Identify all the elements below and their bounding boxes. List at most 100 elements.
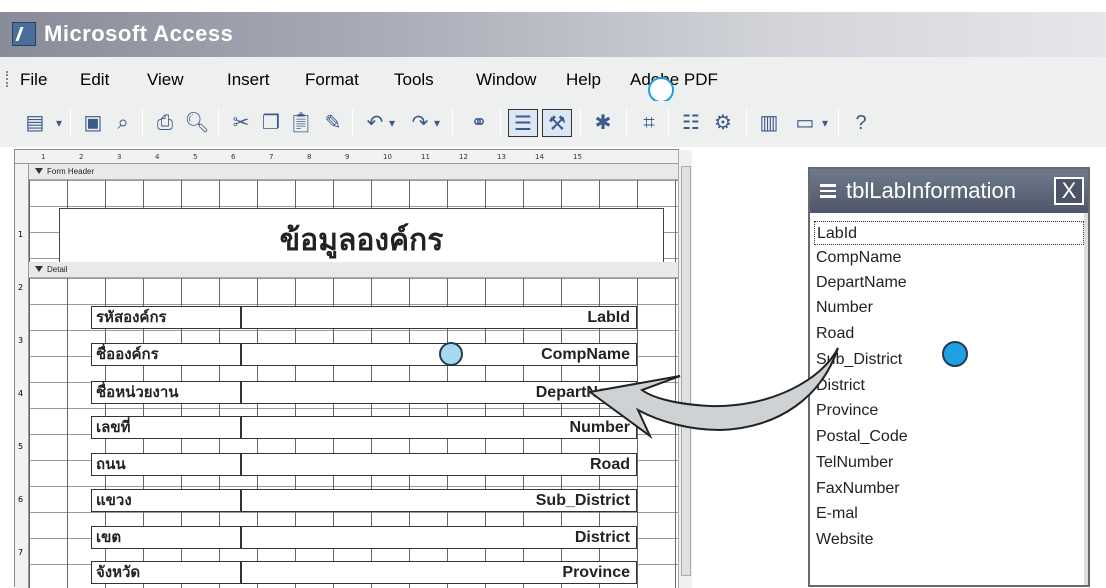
chevron-down-icon[interactable]: ▾ bbox=[385, 109, 399, 137]
menu-format[interactable]: Format bbox=[305, 70, 359, 90]
ruler-mark: 1 bbox=[18, 230, 24, 239]
form-header-section-bar[interactable]: Form Header bbox=[29, 164, 678, 180]
ruler-mark: 2 bbox=[79, 153, 84, 161]
field-list-window[interactable]: tblLabInformation X LabId CompName Depar… bbox=[808, 167, 1090, 587]
field-list-title: tblLabInformation bbox=[846, 178, 1016, 203]
ruler-mark: 8 bbox=[307, 153, 312, 161]
field-item-departname[interactable]: DepartName bbox=[814, 271, 907, 295]
menu-file[interactable]: File bbox=[20, 70, 47, 90]
label-departname[interactable]: ชื่อหน่วยงาน bbox=[91, 381, 241, 404]
toolbox-icon[interactable]: ⚒ bbox=[542, 109, 572, 137]
menu-adobe-pdf[interactable]: Adobe PDF bbox=[630, 70, 718, 90]
toolbar-separator bbox=[142, 109, 143, 137]
new-object-icon[interactable]: ▭ bbox=[790, 109, 820, 137]
chevron-down-icon[interactable]: ▾ bbox=[52, 109, 66, 137]
chevron-down-icon[interactable]: ▾ bbox=[430, 109, 444, 137]
build-icon[interactable]: ⚙ bbox=[708, 109, 738, 137]
field-province[interactable]: Province bbox=[241, 561, 637, 584]
ruler-mark: 1 bbox=[41, 153, 46, 161]
ruler-mark: 4 bbox=[155, 153, 160, 161]
toolbar-separator bbox=[452, 109, 453, 137]
menu-insert[interactable]: Insert bbox=[227, 70, 270, 90]
menu-view[interactable]: View bbox=[147, 70, 184, 90]
table-icon bbox=[820, 184, 836, 198]
properties-icon[interactable]: ☷ bbox=[676, 109, 706, 137]
field-labid[interactable]: LabId bbox=[241, 306, 637, 329]
cursor-marker bbox=[648, 77, 674, 103]
copy-icon[interactable]: ❐ bbox=[256, 109, 286, 137]
form-title-text: ข้อมูลองค์กร bbox=[279, 223, 444, 258]
ruler-mark: 2 bbox=[18, 283, 24, 292]
field-item-compname[interactable]: CompName bbox=[814, 246, 901, 270]
menu-grip[interactable] bbox=[6, 71, 9, 87]
chevron-down-icon[interactable]: ▾ bbox=[818, 109, 832, 137]
label-labid[interactable]: รหัสองค์กร bbox=[91, 306, 241, 329]
field-item-website[interactable]: Website bbox=[814, 528, 874, 552]
form-view-icon[interactable]: ▤ bbox=[20, 109, 50, 137]
label-district[interactable]: เขต bbox=[91, 526, 241, 549]
form-design-toolbar: ▤ ▾ ▣ ⌕ ⎙ 🔍︎ ✂ ❐ 📋︎ ✎ ↶ ▾ ↷ ▾ ⚭ ☰ ⚒ ✱ ⌗ … bbox=[0, 101, 1106, 147]
access-app-icon bbox=[12, 22, 36, 46]
field-item-telnumber[interactable]: TelNumber bbox=[814, 451, 893, 475]
field-item-labid[interactable]: LabId bbox=[814, 221, 1084, 245]
field-road[interactable]: Road bbox=[241, 453, 637, 476]
ruler-mark: 3 bbox=[117, 153, 122, 161]
window-title: Microsoft Access bbox=[44, 21, 234, 46]
toolbar-separator bbox=[352, 109, 353, 137]
drag-arrow-icon bbox=[587, 347, 839, 440]
print-preview-icon[interactable]: 🔍︎ bbox=[182, 109, 212, 137]
drag-source-marker bbox=[942, 341, 968, 367]
ruler-mark: 6 bbox=[18, 495, 24, 504]
field-item-email[interactable]: E-mal bbox=[814, 502, 858, 526]
toolbar-separator bbox=[218, 109, 219, 137]
print-icon[interactable]: ⎙ bbox=[150, 109, 180, 137]
database-window-icon[interactable]: ▥ bbox=[754, 109, 784, 137]
menu-edit[interactable]: Edit bbox=[80, 70, 109, 90]
paste-icon[interactable]: 📋︎ bbox=[286, 109, 316, 137]
toolbar-separator bbox=[838, 109, 839, 137]
ruler-mark: 6 bbox=[231, 153, 236, 161]
field-item-number[interactable]: Number bbox=[814, 296, 873, 320]
close-button[interactable]: X bbox=[1054, 177, 1084, 205]
toolbar-separator bbox=[746, 109, 747, 137]
detail-section-bar[interactable]: Detail bbox=[29, 262, 678, 278]
title-bar: Microsoft Access bbox=[0, 12, 1106, 57]
field-sub-district[interactable]: Sub_District bbox=[241, 489, 637, 512]
toolbar-separator bbox=[500, 109, 501, 137]
menu-help[interactable]: Help bbox=[566, 70, 601, 90]
field-district[interactable]: District bbox=[241, 526, 637, 549]
label-number[interactable]: เลขที่ bbox=[91, 416, 241, 439]
help-icon[interactable]: ? bbox=[846, 109, 876, 137]
form-title-label[interactable]: ข้อมูลองค์กร bbox=[59, 208, 664, 266]
label-compname[interactable]: ชื่อองค์กร bbox=[91, 343, 241, 366]
hyperlink-icon[interactable]: ⚭ bbox=[464, 109, 494, 137]
label-province[interactable]: จังหวัด bbox=[91, 561, 241, 584]
code-icon[interactable]: ⌗ bbox=[634, 109, 664, 137]
ruler-mark: 11 bbox=[421, 153, 430, 161]
toolbar-separator bbox=[626, 109, 627, 137]
format-painter-icon[interactable]: ✎ bbox=[318, 109, 348, 137]
ruler-mark: 15 bbox=[573, 153, 582, 161]
drop-target-marker bbox=[439, 342, 463, 366]
search-icon[interactable]: ⌕ bbox=[108, 109, 138, 137]
ruler-mark: 10 bbox=[383, 153, 392, 161]
field-list-scrollbar[interactable] bbox=[1084, 213, 1088, 585]
ruler-mark: 13 bbox=[497, 153, 506, 161]
field-list-icon[interactable]: ☰ bbox=[508, 109, 538, 137]
ruler-mark: 7 bbox=[18, 548, 24, 557]
label-sub-district[interactable]: แขวง bbox=[91, 489, 241, 512]
vertical-ruler: 1 2 3 4 5 6 7 bbox=[15, 164, 29, 588]
menu-window[interactable]: Window bbox=[476, 70, 536, 90]
field-list-titlebar[interactable]: tblLabInformation X bbox=[810, 169, 1088, 213]
toolbar-separator bbox=[668, 109, 669, 137]
menu-tools[interactable]: Tools bbox=[394, 70, 434, 90]
ruler-mark: 3 bbox=[18, 336, 24, 345]
field-item-faxnumber[interactable]: FaxNumber bbox=[814, 477, 900, 501]
cut-icon[interactable]: ✂ bbox=[226, 109, 256, 137]
label-road[interactable]: ถนน bbox=[91, 453, 241, 476]
toolbar-separator bbox=[70, 109, 71, 137]
ruler-mark: 5 bbox=[193, 153, 198, 161]
save-icon[interactable]: ▣ bbox=[78, 109, 108, 137]
ruler-mark: 4 bbox=[18, 389, 24, 398]
autoformat-icon[interactable]: ✱ bbox=[588, 109, 618, 137]
